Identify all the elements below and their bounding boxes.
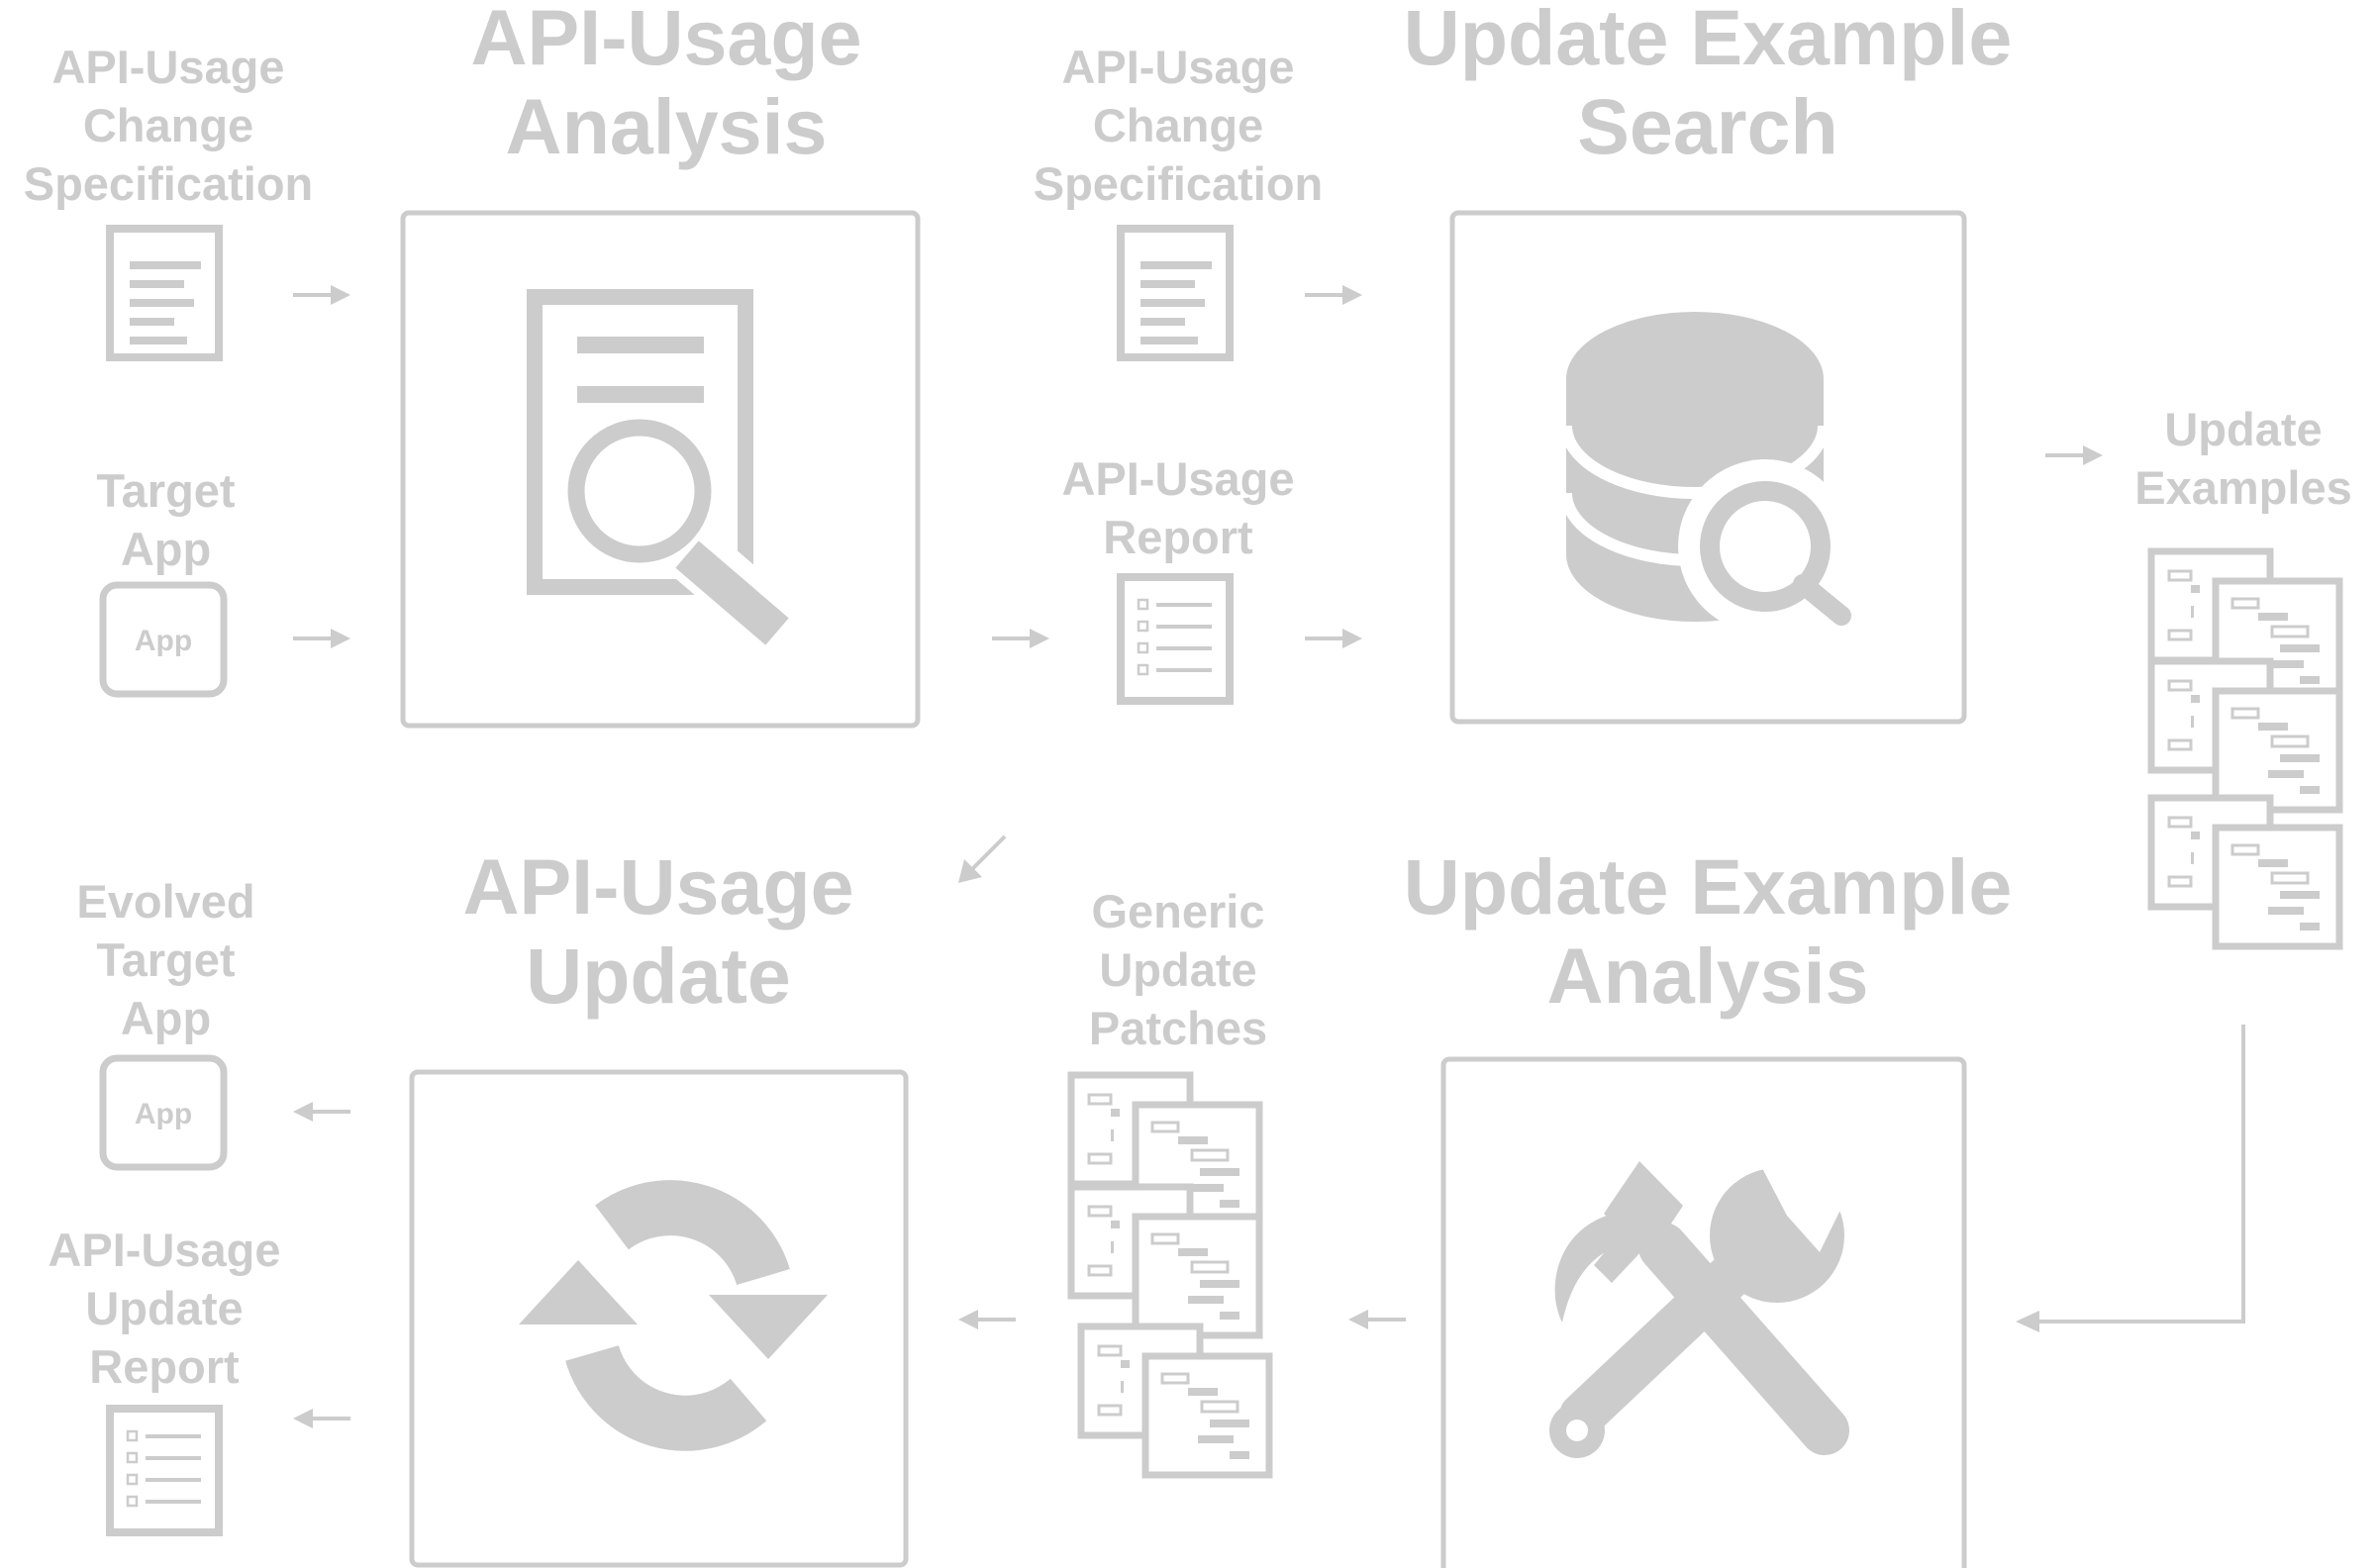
diagram-graphics: App App xyxy=(0,210,2378,1568)
document-icon xyxy=(110,229,219,357)
arrow-left-icon xyxy=(291,1100,352,1124)
app-icon: App xyxy=(103,1058,224,1167)
arrow-left-icon xyxy=(1346,1308,1408,1331)
arrow-right-icon xyxy=(990,627,1051,650)
arrow-right-icon xyxy=(1303,283,1364,307)
arrow-right-icon xyxy=(291,627,352,650)
arrow-left-icon xyxy=(291,1407,352,1430)
arrow-diagonal-icon xyxy=(958,834,1007,883)
arrow-right-icon xyxy=(2043,443,2105,467)
arrow-right-icon xyxy=(1303,627,1364,650)
app-icon-text: App xyxy=(135,625,192,657)
checklist-icon xyxy=(1121,577,1230,701)
arrow-left-icon xyxy=(956,1308,1018,1331)
api-usage-update-box xyxy=(409,1069,909,1568)
workflow-diagram: API-Usage Change Specification API-Usage… xyxy=(0,0,2378,1568)
code-pages-icon xyxy=(2151,551,2339,946)
connector-arrow xyxy=(2016,1025,2245,1332)
app-icon: App xyxy=(103,585,224,694)
database-search-icon xyxy=(1560,312,1860,636)
code-pages-icon xyxy=(1071,1075,1269,1475)
app-icon-text: App xyxy=(135,1098,192,1130)
document-icon xyxy=(1121,229,1230,357)
arrow-right-icon xyxy=(291,283,352,307)
checklist-icon xyxy=(110,1409,219,1532)
